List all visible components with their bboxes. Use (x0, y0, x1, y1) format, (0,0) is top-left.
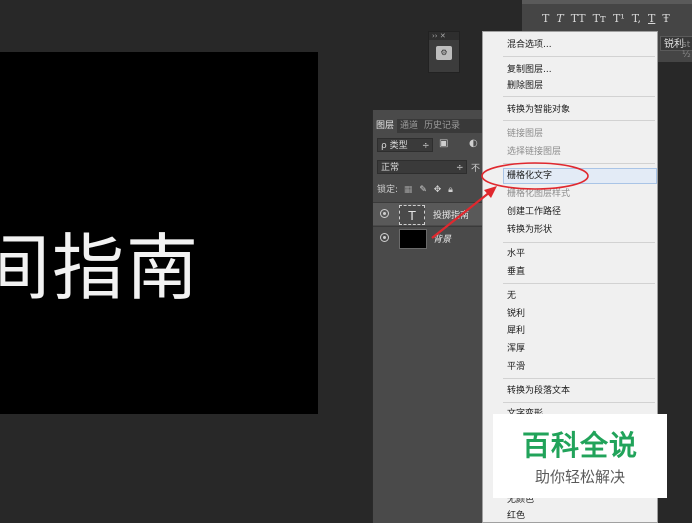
menu-separator (503, 402, 655, 403)
menu-separator (503, 378, 655, 379)
collapsed-panel-header[interactable]: ›› ✕ (429, 32, 459, 40)
all-caps-button[interactable]: TT (571, 12, 586, 25)
menu-item-link-layers: 链接图层 (507, 129, 544, 139)
menu-separator (503, 56, 655, 57)
subscript-button[interactable]: T, (632, 12, 641, 25)
lock-move-icon[interactable]: ✥ (434, 185, 442, 195)
layers-panel: 图层 通道 历史记录 ρ 类型 ÷ ▣ ◐ 正常 ÷ 不 锁定: ▦ ✎ ✥ 🔒︎ … (372, 110, 493, 523)
background-layer-thumbnail (399, 229, 427, 249)
blend-mode-select[interactable]: 正常 ÷ (377, 160, 467, 174)
menu-separator (503, 96, 655, 97)
menu-item-horizontal[interactable]: 水平 (507, 248, 525, 260)
image-filter-icon[interactable]: ▣ (439, 138, 451, 152)
filter-arrow-icon: ÷ (422, 141, 430, 151)
menu-item-aa-none[interactable]: 无 (507, 290, 516, 302)
fraction-button[interactable]: st ½ (682, 40, 692, 60)
lock-all-icon[interactable]: 🔒︎ (448, 185, 453, 195)
lock-label: 锁定: (377, 185, 399, 195)
menu-item-aa-strong[interactable]: 浑厚 (507, 343, 525, 355)
tab-layers[interactable]: 图层 (373, 119, 398, 133)
layer-name: 背景 (433, 235, 452, 245)
menu-separator (503, 283, 655, 284)
document-canvas[interactable]: 间指南 (0, 52, 318, 414)
menu-item-aa-crisp[interactable]: 犀利 (507, 325, 525, 337)
strikethrough-button[interactable]: Ŧ (662, 12, 669, 25)
visibility-eye-icon[interactable] (380, 233, 389, 242)
menu-item-duplicate-layer[interactable]: 复制图层... (507, 64, 552, 76)
lock-transparent-icon[interactable]: ▦ (404, 185, 413, 195)
panel-top-edge (522, 0, 692, 4)
menu-item-vertical[interactable]: 垂直 (507, 266, 525, 278)
menu-item-rasterize-type[interactable]: 栅格化文字 (507, 170, 552, 182)
text-layer-thumbnail: T (399, 205, 425, 225)
lock-brush-icon[interactable]: ✎ (419, 185, 427, 195)
layer-row-text[interactable]: T 投掷指南 (373, 202, 493, 225)
menu-item-select-linked-layers: 选择链接图层 (507, 147, 562, 157)
collapsed-panel[interactable]: ›› ✕ ⚙ (428, 31, 460, 73)
tab-channels[interactable]: 通道 (397, 119, 421, 133)
adjustment-filter-icon[interactable]: ◐ (469, 138, 483, 152)
opacity-label: 不 (471, 164, 481, 174)
menu-separator (503, 242, 655, 243)
layer-row-background[interactable]: 背景 (373, 226, 493, 249)
layer-name: 投掷指南 (433, 211, 470, 221)
menu-item-blending-options[interactable]: 混合选项... (507, 39, 552, 51)
superscript-button[interactable]: T¹ (613, 12, 625, 25)
blend-arrow-icon: ÷ (456, 163, 464, 173)
menu-item-delete-layer[interactable]: 删除图层 (507, 80, 543, 92)
watermark-title: 百科全说 (521, 429, 638, 462)
faux-italic-button[interactable]: T (556, 12, 563, 25)
menu-item-convert-smart-object[interactable]: 转换为智能对象 (507, 104, 570, 116)
properties-icon[interactable]: ⚙ (436, 46, 452, 60)
type-style-buttons: T T TT Tт T¹ T, T Ŧ (542, 12, 677, 25)
filter-label: ρ 类型 (381, 141, 408, 151)
tab-history[interactable]: 历史记录 (421, 119, 463, 133)
menu-item-convert-paragraph-text[interactable]: 转换为段落文本 (507, 385, 570, 397)
menu-item-aa-smooth[interactable]: 平滑 (507, 361, 525, 373)
menu-separator (503, 120, 655, 121)
menu-item-convert-to-shape[interactable]: 转换为形状 (507, 224, 552, 236)
layer-filter-select[interactable]: ρ 类型 ÷ (377, 138, 433, 152)
menu-item-aa-sharp[interactable]: 锐利 (507, 308, 525, 320)
canvas-text: 间指南 (0, 226, 201, 310)
menu-item-create-work-path[interactable]: 创建工作路径 (507, 206, 561, 218)
menu-separator (503, 163, 655, 164)
blend-mode-value: 正常 (381, 163, 400, 173)
faux-bold-button[interactable]: T (542, 12, 549, 25)
menu-item-red[interactable]: 红色 (507, 510, 525, 522)
watermark-badge: 百科全说 助你轻松解决 (493, 414, 667, 498)
visibility-eye-icon[interactable] (380, 209, 389, 218)
watermark-subtitle: 助你轻松解决 (534, 468, 625, 486)
small-caps-button[interactable]: Tт (593, 12, 606, 25)
layers-panel-tabs: 图层 通道 历史记录 (373, 119, 493, 133)
underline-button[interactable]: T (648, 12, 655, 25)
lock-row: 锁定: ▦ ✎ ✥ 🔒︎ (377, 182, 453, 195)
menu-item-rasterize-layer-style: 栅格化图层样式 (507, 189, 571, 199)
